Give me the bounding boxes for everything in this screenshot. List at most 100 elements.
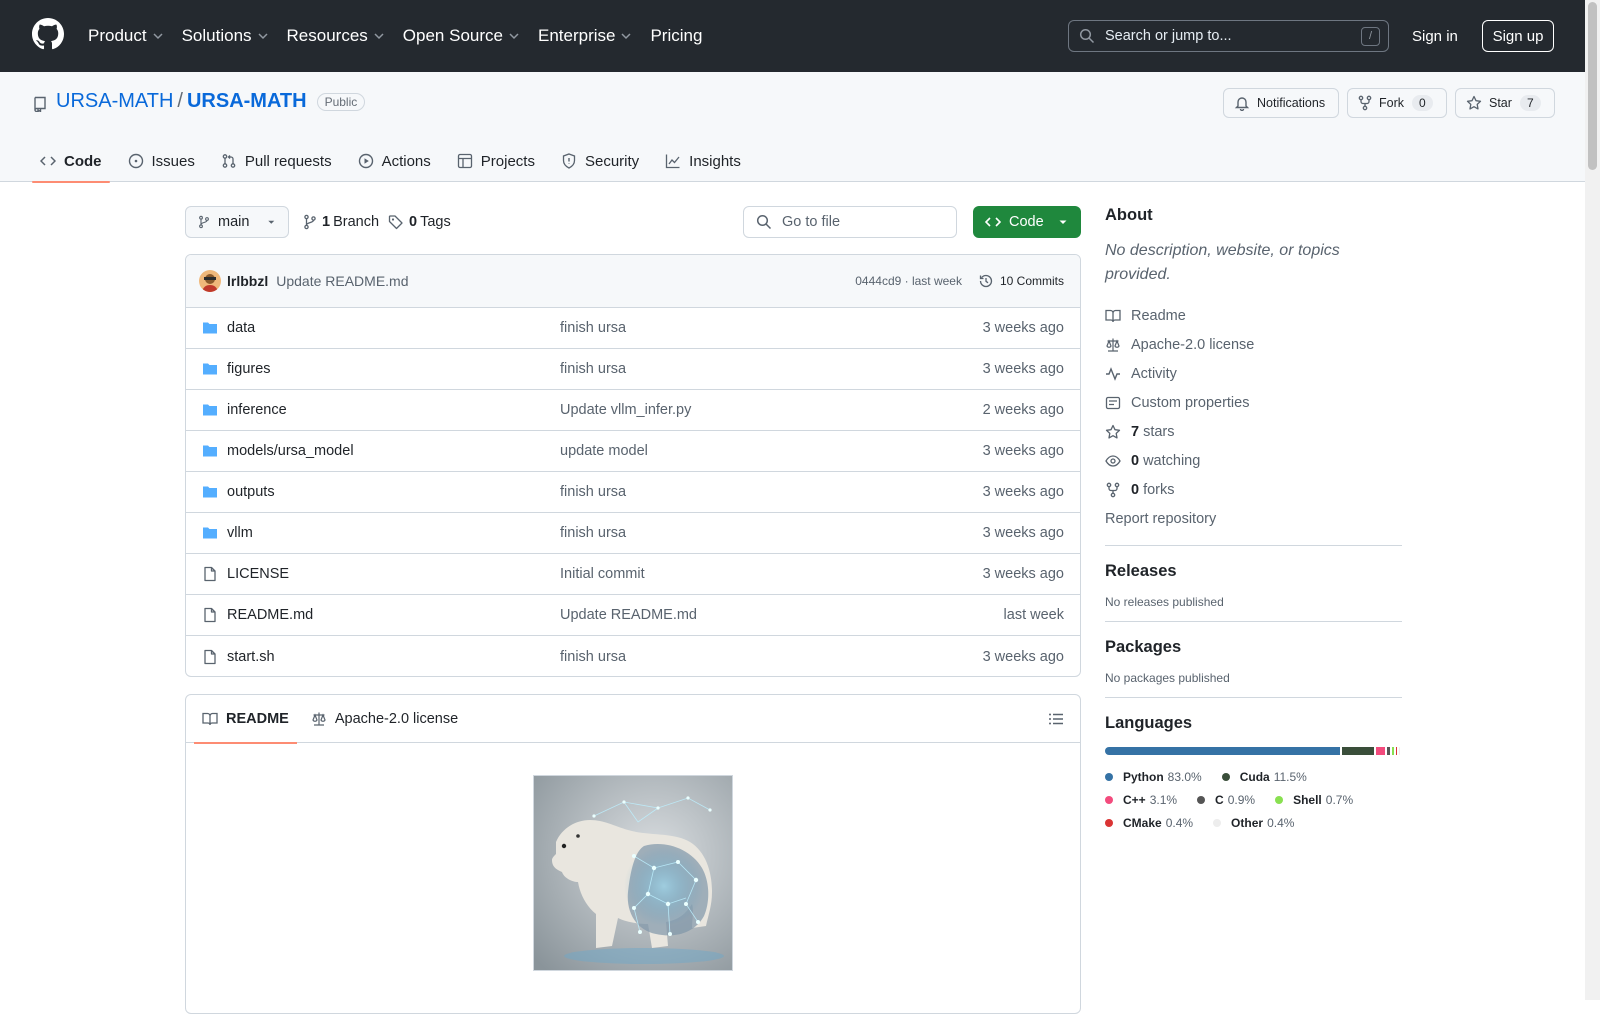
nav-open-source[interactable]: Open Source	[403, 26, 520, 46]
repo-owner-link[interactable]: URSA-MATH	[56, 90, 173, 113]
commit-author[interactable]: lrlbbzl	[227, 273, 268, 289]
scrollbar-thumb[interactable]	[1588, 2, 1597, 170]
fork-button[interactable]: Fork 0	[1347, 88, 1447, 118]
language-item[interactable]: C 0.9%	[1197, 788, 1255, 811]
nav-label: Solutions	[181, 26, 252, 45]
about-link-apache-2-0-license[interactable]: Apache-2.0 license	[1105, 330, 1402, 359]
tab-license[interactable]: Apache-2.0 license	[303, 695, 466, 743]
tab-actions[interactable]: Actions	[350, 140, 439, 182]
about-link-watching[interactable]: 0 watching	[1105, 446, 1402, 475]
tab-issues[interactable]: Issues	[120, 140, 203, 182]
file-row[interactable]: figures finish ursa 3 weeks ago	[186, 349, 1080, 390]
tab-security[interactable]: Security	[553, 140, 647, 182]
report-repository-link[interactable]: Report repository	[1105, 504, 1402, 533]
list-icon[interactable]	[1048, 711, 1064, 727]
branch-icon	[304, 214, 316, 230]
fork-label: Fork	[1379, 96, 1404, 110]
language-item[interactable]: Other 0.4%	[1213, 811, 1294, 834]
nav-pricing[interactable]: Pricing	[650, 26, 702, 46]
releases-title[interactable]: Releases	[1105, 562, 1402, 581]
folder-icon-wrap	[202, 320, 218, 336]
file-name[interactable]: README.md	[227, 607, 313, 623]
commit-hash-time[interactable]: 0444cd9 · last week	[855, 274, 962, 288]
file-row[interactable]: vllm finish ursa 3 weeks ago	[186, 513, 1080, 554]
code-dropdown-button[interactable]: Code	[973, 206, 1081, 238]
language-name: Shell	[1293, 792, 1322, 807]
file-name[interactable]: outputs	[227, 484, 275, 500]
file-name[interactable]: LICENSE	[227, 566, 289, 582]
about-link-custom-properties[interactable]: Custom properties	[1105, 388, 1402, 417]
sign-in-link[interactable]: Sign in	[1412, 20, 1458, 52]
tab-projects[interactable]: Projects	[449, 140, 543, 182]
tab-code[interactable]: Code	[32, 140, 110, 183]
file-row[interactable]: outputs finish ursa 3 weeks ago	[186, 472, 1080, 513]
file-row[interactable]: README.md Update README.md last week	[186, 595, 1080, 636]
nav-solutions[interactable]: Solutions	[182, 26, 269, 46]
tab-readme[interactable]: README	[194, 695, 297, 744]
about-link-activity[interactable]: Activity	[1105, 359, 1402, 388]
language-item[interactable]: CMake 0.4%	[1105, 811, 1193, 834]
language-name: C++	[1123, 792, 1146, 807]
file-commit-message[interactable]: Update vllm_infer.py	[560, 402, 691, 418]
file-commit-message[interactable]: finish ursa	[560, 649, 626, 665]
commit-message[interactable]: Update README.md	[276, 273, 408, 289]
commits-label: 10 Commits	[999, 274, 1064, 288]
tab-insights[interactable]: Insights	[657, 140, 749, 182]
nav-product[interactable]: Product	[88, 26, 164, 46]
about-link-forks[interactable]: 0 forks	[1105, 475, 1402, 504]
commits-link[interactable]: 10 Commits	[978, 273, 1064, 289]
language-item[interactable]: Shell 0.7%	[1275, 788, 1353, 811]
file-commit-message[interactable]: Initial commit	[560, 566, 645, 582]
file-name[interactable]: start.sh	[227, 649, 275, 665]
languages-title: Languages	[1105, 714, 1193, 732]
branches-link[interactable]: 1 Branch	[303, 206, 379, 238]
file-name[interactable]: models/ursa_model	[227, 443, 354, 459]
packages-title[interactable]: Packages	[1105, 638, 1402, 657]
tab-pull-requests[interactable]: Pull requests	[213, 140, 340, 182]
nav-enterprise[interactable]: Enterprise	[538, 26, 632, 46]
about-link-label: Apache-2.0 license	[1131, 336, 1255, 353]
readme-panel: README Apache-2.0 license	[185, 694, 1081, 1014]
repo-name-link[interactable]: URSA-MATH	[187, 90, 307, 113]
file-name[interactable]: inference	[227, 402, 287, 418]
file-commit-message[interactable]: update model	[560, 443, 648, 459]
about-link-stars[interactable]: 7 stars	[1105, 417, 1402, 446]
file-commit-message[interactable]: finish ursa	[560, 525, 626, 541]
github-logo-icon[interactable]	[32, 18, 64, 50]
nav-resources[interactable]: Resources	[287, 26, 385, 46]
file-row[interactable]: LICENSE Initial commit 3 weeks ago	[186, 554, 1080, 595]
language-name: C	[1215, 792, 1224, 807]
file-row[interactable]: data finish ursa 3 weeks ago	[186, 308, 1080, 349]
notifications-button[interactable]: Notifications	[1223, 88, 1339, 118]
branch-select[interactable]: main	[185, 206, 289, 238]
search-input[interactable]: Search or jump to... /	[1068, 20, 1389, 52]
code-icon	[40, 156, 56, 166]
file-row[interactable]: models/ursa_model update model 3 weeks ago	[186, 431, 1080, 472]
go-to-file-input[interactable]: Go to file	[743, 206, 957, 238]
language-item[interactable]: C++ 3.1%	[1105, 788, 1177, 811]
avatar[interactable]	[199, 270, 221, 292]
file-commit-message[interactable]: finish ursa	[560, 320, 626, 336]
sign-up-button[interactable]: Sign up	[1482, 20, 1554, 52]
file-commit-message[interactable]: Update README.md	[560, 607, 697, 623]
breadcrumb: URSA-MATH / URSA-MATH Public	[56, 90, 366, 113]
file-row[interactable]: start.sh finish ursa 3 weeks ago	[186, 636, 1080, 676]
about-link-count: 7	[1131, 423, 1140, 440]
file-name[interactable]: data	[227, 320, 255, 336]
file-commit-message[interactable]: finish ursa	[560, 484, 626, 500]
language-dot	[1275, 795, 1284, 804]
language-item[interactable]: Python 83.0%	[1105, 765, 1202, 788]
language-item[interactable]: Cuda 11.5%	[1221, 765, 1307, 788]
star-button[interactable]: Star 7	[1455, 88, 1555, 118]
file-name[interactable]: figures	[227, 361, 271, 377]
note-icon	[1105, 396, 1121, 409]
search-icon	[756, 214, 772, 230]
about-link-readme[interactable]: Readme	[1105, 301, 1402, 330]
file-name[interactable]: vllm	[227, 525, 253, 541]
file-row[interactable]: inference Update vllm_infer.py 2 weeks ago	[186, 390, 1080, 431]
folder-icon	[203, 486, 217, 498]
file-commit-message[interactable]: finish ursa	[560, 361, 626, 377]
tags-link[interactable]: 0 Tags	[388, 206, 451, 238]
language-name: Python	[1123, 769, 1164, 784]
about-link-label: stars	[1143, 423, 1175, 440]
